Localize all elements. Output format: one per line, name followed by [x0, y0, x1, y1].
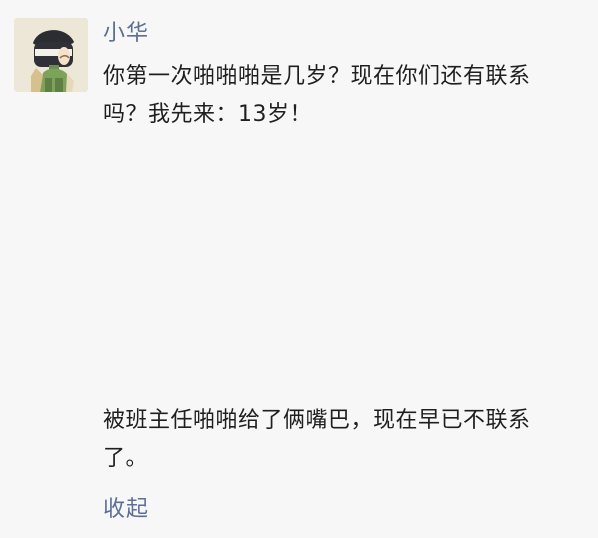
cartoon-character-avatar-icon[interactable]	[14, 18, 88, 92]
comment-question-line-2: 吗？我先来：13岁！	[103, 102, 312, 127]
comment-thread: 小华 你第一次啪啪啪是几岁？现在你们还有联系 吗？我先来：13岁！ 被班主任啪啪…	[0, 0, 598, 538]
comment-question-text: 你第一次啪啪啪是几岁？现在你们还有联系 吗？我先来：13岁！	[103, 58, 585, 134]
reply-line-2: 了。	[103, 446, 149, 471]
reply-text: 被班主任啪啪给了俩嘴巴，现在早已不联系 了。	[103, 402, 585, 478]
collapse-button[interactable]: 收起	[103, 493, 149, 527]
reply-line-1: 被班主任啪啪给了俩嘴巴，现在早已不联系	[103, 408, 531, 433]
comment-question-line-1: 你第一次啪啪啪是几岁？现在你们还有联系	[103, 64, 531, 89]
comment-author-name[interactable]: 小华	[103, 18, 149, 50]
